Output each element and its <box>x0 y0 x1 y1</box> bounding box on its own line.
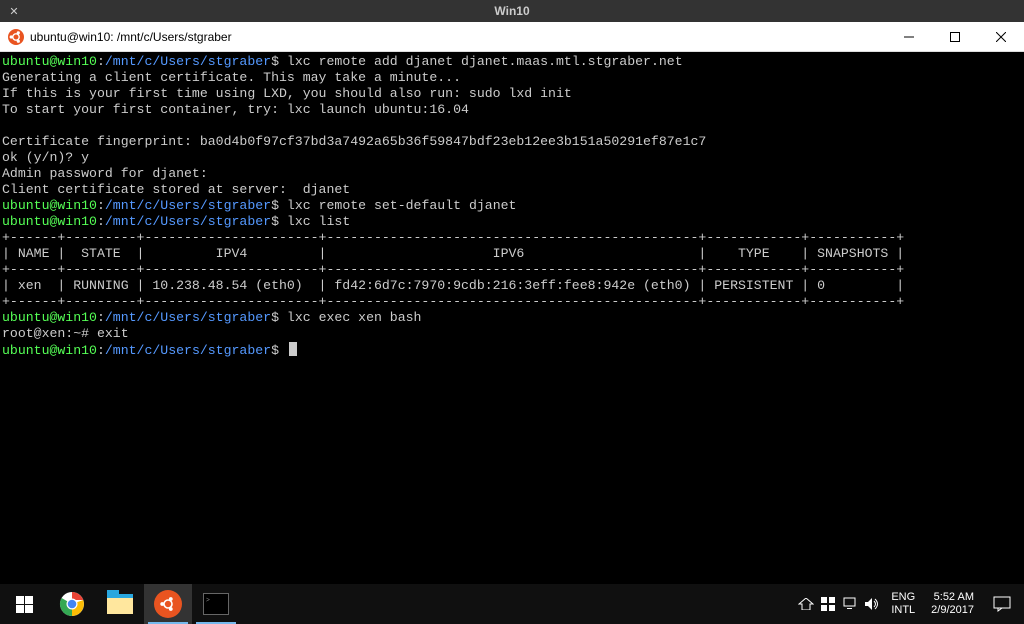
action-center-button[interactable] <box>982 596 1022 612</box>
tray-volume-icon[interactable] <box>861 584 883 624</box>
explorer-icon <box>107 594 133 614</box>
vm-titlebar: ✕ Win10 <box>0 0 1024 22</box>
notification-icon <box>993 596 1011 612</box>
output-line: If this is your first time using LXD, yo… <box>2 86 572 101</box>
terminal[interactable]: ubuntu@win10:/mnt/c/Users/stgraber$ lxc … <box>0 52 1024 586</box>
output-line: Generating a client certificate. This ma… <box>2 70 461 85</box>
window-titlebar[interactable]: ubuntu@win10: /mnt/c/Users/stgraber <box>0 22 1024 52</box>
language-indicator[interactable]: ENG INTL <box>883 591 923 617</box>
table-row: | xen | RUNNING | 10.238.48.54 (eth0) | … <box>2 278 904 293</box>
cursor <box>289 342 297 356</box>
taskbar-chrome[interactable] <box>48 584 96 624</box>
ubuntu-icon <box>154 590 182 618</box>
chrome-icon <box>59 591 85 617</box>
taskbar-cmd[interactable]: >_ <box>192 584 240 624</box>
svg-text:>_: >_ <box>206 596 214 602</box>
output-line: To start your first container, try: lxc … <box>2 102 469 117</box>
cmd-remote-add: lxc remote add djanet djanet.maas.mtl.st… <box>279 54 683 69</box>
output-line: ok (y/n)? y <box>2 150 89 165</box>
cmd-exit: exit <box>97 326 129 341</box>
lang-secondary: INTL <box>891 604 915 617</box>
maximize-button[interactable] <box>932 22 978 52</box>
tray-security-icon[interactable] <box>817 584 839 624</box>
prompt-userhost: ubuntu@win10 <box>2 54 97 69</box>
table-header: | NAME | STATE | IPV4 | IPV6 | TYPE | SN… <box>2 246 904 261</box>
windows-icon <box>16 596 33 613</box>
vm-close-button[interactable]: ✕ <box>0 5 28 18</box>
tray-power-icon[interactable] <box>795 584 817 624</box>
taskbar-ubuntu[interactable] <box>144 584 192 624</box>
table-border: +------+---------+----------------------… <box>2 294 904 309</box>
table-border: +------+---------+----------------------… <box>2 230 904 245</box>
tray-network-icon[interactable] <box>839 584 861 624</box>
taskbar-explorer[interactable] <box>96 584 144 624</box>
taskbar-left: >_ <box>0 584 240 624</box>
cmd-set-default: lxc remote set-default djanet <box>279 198 516 213</box>
clock-date: 2/9/2017 <box>931 604 974 617</box>
taskbar: >_ ENG INTL 5:52 AM 2/9/2017 <box>0 584 1024 624</box>
vm-title: Win10 <box>494 4 529 18</box>
output-line: Certificate fingerprint: ba0d4b0f97cf37b… <box>2 134 706 149</box>
taskbar-right: ENG INTL 5:52 AM 2/9/2017 <box>795 584 1024 624</box>
start-button[interactable] <box>0 584 48 624</box>
cmd-icon: >_ <box>203 593 229 615</box>
prompt-path: /mnt/c/Users/stgraber <box>105 54 271 69</box>
cmd-list: lxc list <box>279 214 350 229</box>
clock[interactable]: 5:52 AM 2/9/2017 <box>923 591 982 617</box>
output-line: Client certificate stored at server: dja… <box>2 182 350 197</box>
lang-primary: ENG <box>891 591 915 604</box>
close-button[interactable] <box>978 22 1024 52</box>
cmd-exec: lxc exec xen bash <box>279 310 421 325</box>
root-prompt: root@xen:~# <box>2 326 97 341</box>
output-line: Admin password for djanet: <box>2 166 208 181</box>
table-border: +------+---------+----------------------… <box>2 262 904 277</box>
window-title: ubuntu@win10: /mnt/c/Users/stgraber <box>30 30 886 44</box>
clock-time: 5:52 AM <box>934 591 974 604</box>
ubuntu-icon <box>8 29 24 45</box>
minimize-button[interactable] <box>886 22 932 52</box>
